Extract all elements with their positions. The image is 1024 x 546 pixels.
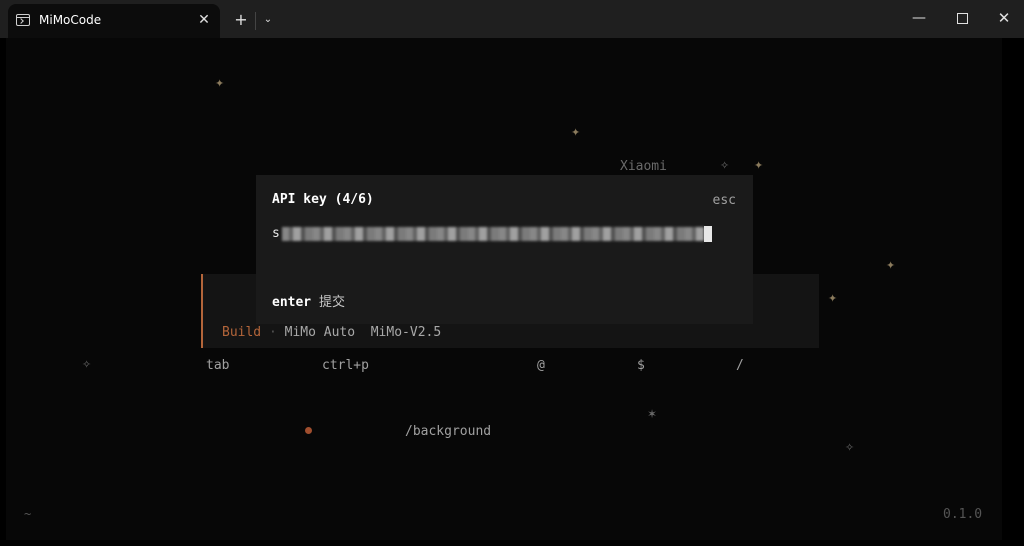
hint-label: 提交	[318, 295, 345, 310]
api-key-prefix: s	[272, 226, 280, 241]
sparkle-icon: ✦	[886, 259, 896, 272]
version-label: 0.1.0	[943, 507, 983, 522]
minimize-button[interactable]: —	[901, 4, 937, 32]
api-key-input[interactable]: s	[272, 223, 712, 245]
mode-line: Build · MiMo Auto MiMo-V2.5	[222, 325, 441, 340]
new-tab-button[interactable]: +	[231, 10, 251, 30]
dialog-title: API key (4/6)	[272, 192, 374, 207]
working-directory: ~	[24, 507, 32, 521]
shortcut-slash: /	[736, 358, 744, 373]
chevron-down-icon[interactable]: ⌄	[259, 10, 277, 30]
api-key-dialog: API key (4/6) esc s enter 提交	[256, 175, 753, 324]
close-window-button[interactable]: ✕	[986, 4, 1022, 32]
sparkle-icon: ✦	[215, 77, 225, 90]
submit-hint: enter 提交	[272, 291, 345, 310]
tab-close-icon[interactable]: ✕	[194, 10, 214, 30]
terminal-icon	[16, 14, 30, 26]
maximize-button[interactable]	[944, 4, 980, 32]
mode-separator: ·	[268, 325, 277, 340]
sparkle-icon: ✦	[571, 126, 581, 139]
esc-button[interactable]: esc	[713, 193, 736, 208]
model-name[interactable]: MiMo-V2.5	[371, 325, 441, 340]
sparkle-outline-icon: ✧	[720, 159, 730, 172]
sparkle-outline-icon: ✧	[82, 358, 92, 371]
sparkle-outline-icon: ✧	[845, 441, 855, 454]
sparkle-icon: ✦	[828, 292, 838, 305]
brand-text: Xiaomi	[620, 159, 667, 174]
mode-build[interactable]: Build	[222, 325, 261, 340]
maximize-icon	[956, 13, 968, 24]
tab-separator	[255, 12, 256, 30]
shortcut-ctrl-p: ctrl+p	[322, 358, 369, 373]
title-bar: MiMoCode ✕ + ⌄ — ✕	[0, 0, 1024, 38]
text-cursor	[704, 226, 712, 242]
hint-key: enter	[272, 295, 312, 310]
status-dot-icon	[305, 427, 312, 434]
sparkle-icon: ✦	[754, 159, 764, 172]
background-command: /background	[405, 424, 492, 439]
shortcut-tab: tab	[206, 358, 230, 373]
asterisk-icon: ✶	[647, 407, 658, 421]
api-key-masked-value	[282, 227, 704, 241]
tab-mimocode[interactable]: MiMoCode ✕	[8, 4, 220, 38]
tab-title: MiMoCode	[39, 13, 102, 27]
shortcut-at: @	[537, 358, 545, 373]
shortcut-dollar: $	[637, 358, 645, 373]
agent-name[interactable]: MiMo Auto	[285, 325, 355, 340]
